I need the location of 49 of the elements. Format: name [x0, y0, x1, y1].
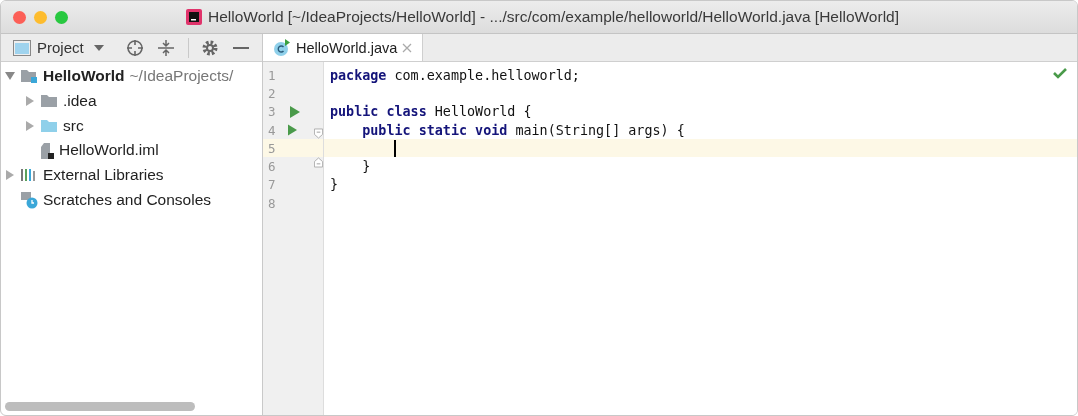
- code-line: }: [330, 177, 339, 193]
- scratches-icon: [20, 190, 38, 209]
- folder-icon: [40, 118, 58, 133]
- tree-item[interactable]: HelloWorld.iml: [59, 141, 159, 160]
- line-number: 1: [267, 67, 277, 83]
- run-icon[interactable]: [287, 124, 297, 137]
- panel-icon: [13, 39, 31, 56]
- tree-item[interactable]: HelloWorld: [43, 67, 125, 86]
- tree-item[interactable]: .idea: [63, 92, 97, 111]
- panel-title[interactable]: Project: [37, 39, 84, 56]
- file-icon: [40, 141, 54, 159]
- crosshair-icon[interactable]: [125, 38, 144, 57]
- module-folder-icon: [20, 68, 38, 85]
- editor-tab[interactable]: HelloWorld.java: [263, 34, 424, 61]
- collapsed-arrow-icon[interactable]: [25, 96, 35, 107]
- close-button[interactable]: [13, 10, 26, 24]
- minimize-button[interactable]: [34, 10, 47, 24]
- code-line: public class HelloWorld {: [330, 104, 532, 120]
- code-line: package com.example.helloworld;: [330, 67, 580, 83]
- run-icon[interactable]: [290, 105, 300, 118]
- tree-item[interactable]: External Libraries: [43, 166, 164, 185]
- collapsed-arrow-icon[interactable]: [5, 170, 15, 181]
- collapsed-arrow-icon[interactable]: [25, 120, 35, 131]
- tree-item[interactable]: Scratches and Consoles: [43, 190, 211, 209]
- dropdown-caret-icon[interactable]: [93, 44, 104, 51]
- line-number: 7: [267, 177, 277, 193]
- project-path: ~/IdeaProjects/: [129, 67, 234, 86]
- line-number: 2: [267, 85, 277, 101]
- line-number: 5: [267, 140, 277, 156]
- code-line: }: [361, 159, 371, 175]
- line-number: 4: [267, 122, 277, 138]
- fold-icon[interactable]: [313, 157, 323, 169]
- line-number: 3: [267, 104, 277, 120]
- fold-icon[interactable]: [313, 128, 323, 140]
- settings-icon[interactable]: [200, 38, 219, 57]
- close-icon[interactable]: [402, 42, 413, 53]
- collapse-icon[interactable]: [157, 38, 174, 57]
- line-number: 8: [267, 195, 277, 211]
- line-number: 6: [267, 159, 277, 175]
- window-title: HelloWorld [~/IdeaProjects/HelloWorld] - .../src/com/example/helloworld/HelloWorld.java [HelloWorld]: [208, 8, 899, 26]
- library-icon: [20, 168, 38, 183]
- folder-icon: [40, 94, 58, 109]
- expanded-arrow-icon[interactable]: [5, 71, 15, 82]
- tree-item[interactable]: src: [63, 116, 84, 135]
- app-icon: [186, 9, 202, 25]
- scrollbar[interactable]: [5, 402, 195, 411]
- zoom-button[interactable]: [55, 10, 68, 24]
- code-line: public static void main(String[] args) {: [361, 122, 685, 138]
- java-class-icon: [273, 38, 291, 57]
